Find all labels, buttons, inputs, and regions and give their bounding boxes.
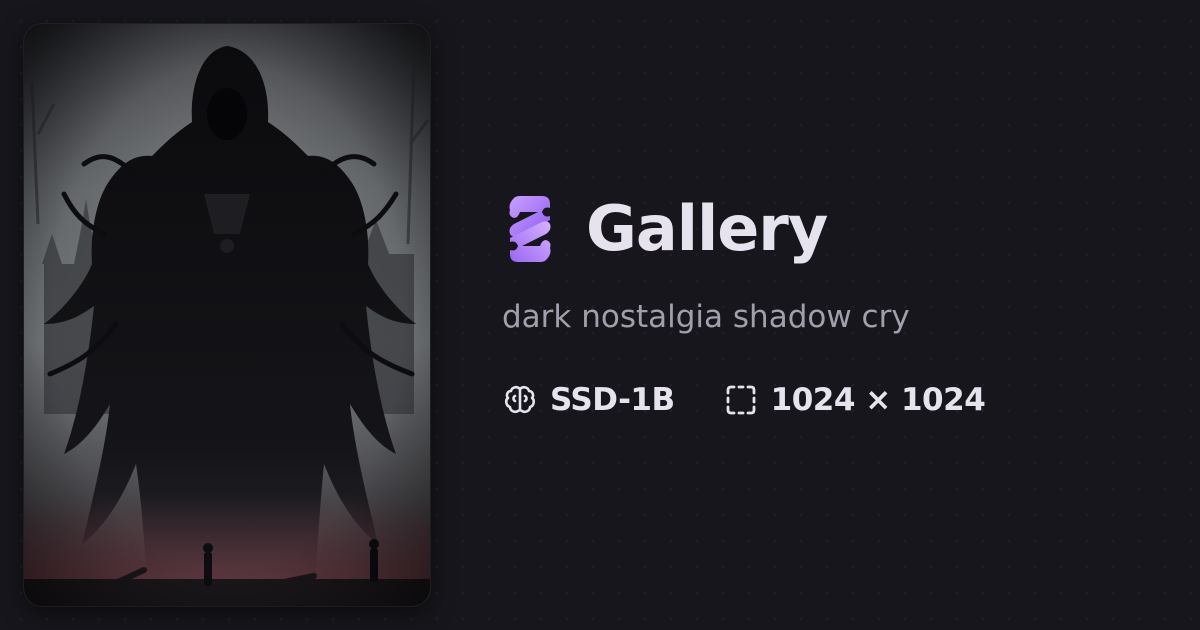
page-title: Gallery bbox=[586, 192, 828, 265]
model-label: SSD-1B bbox=[550, 382, 675, 419]
title-row: Gallery bbox=[502, 188, 1162, 270]
brain-icon bbox=[502, 382, 538, 418]
dashed-square-icon bbox=[723, 382, 759, 418]
model-info: SSD-1B bbox=[502, 382, 675, 418]
puzzle-s-logo-icon bbox=[502, 193, 558, 265]
meta-row: SSD-1B 1024 × 1024 bbox=[502, 380, 1162, 420]
generated-image bbox=[24, 24, 430, 606]
info-panel: Gallery dark nostalgia shadow cry SSD-1B bbox=[502, 188, 1162, 420]
size-info: 1024 × 1024 bbox=[723, 382, 986, 418]
prompt-text: dark nostalgia shadow cry bbox=[502, 299, 910, 335]
size-label: 1024 × 1024 bbox=[770, 382, 986, 419]
image-card[interactable] bbox=[24, 24, 430, 606]
